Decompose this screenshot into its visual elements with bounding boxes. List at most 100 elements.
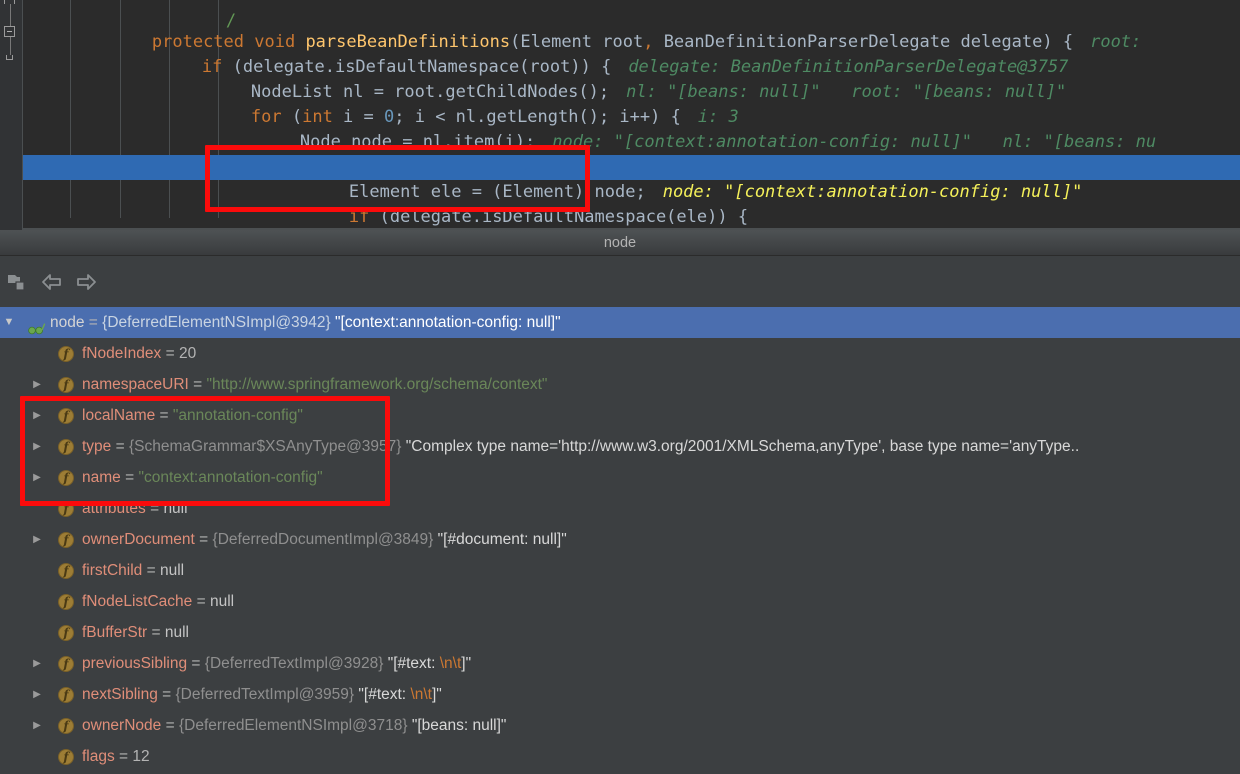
tree-row-equals: = (161, 717, 179, 734)
tree-row-equals: = (192, 593, 210, 610)
code-line: if (delegate.isDefaultNamespace(root)) {… (120, 30, 1069, 77)
field-icon: f (58, 687, 74, 703)
tree-row-value: null (209, 593, 235, 610)
chevron-right-icon[interactable]: ▶ (30, 369, 44, 400)
tree-row-value: 20 (178, 345, 197, 362)
debugger-toolbar[interactable] (0, 257, 1240, 307)
tree-row-value: null (164, 624, 189, 641)
tree-row-equals: = (157, 686, 176, 703)
field-icon: f (58, 470, 74, 486)
tree-row-ownerNode[interactable]: ▶ f ownerNode = {DeferredElementNSImpl@3… (0, 710, 1240, 741)
tree-row-value: "context:annotation-config" (138, 469, 323, 486)
tree-row-value: "[beans: null]" (411, 717, 507, 734)
tree-row-equals: = (142, 562, 160, 579)
fold-region-end-icon (6, 55, 13, 60)
chevron-right-icon[interactable]: ▶ (30, 710, 44, 741)
tree-row-name: firstChild (82, 562, 143, 579)
tree-row-value: null (159, 562, 185, 579)
field-icon: f (58, 656, 74, 672)
debugger-screen: / protected void parseBeanDefinitions(El… (0, 0, 1240, 774)
tree-row-flags[interactable]: f flags = 12 (0, 741, 1240, 772)
tree-row-ref: {DeferredElementNSImpl@3718} (178, 717, 408, 734)
debugger-tab-bar[interactable]: node (0, 230, 1240, 256)
tree-row-name: node (50, 314, 85, 331)
code-line: if (node instanceof Element) { (218, 130, 607, 177)
field-icon: f (58, 625, 74, 641)
chevron-right-icon[interactable]: ▶ (30, 524, 44, 555)
field-icon: f (58, 501, 74, 517)
tree-row-namespaceURI[interactable]: ▶ f namespaceURI = "http://www.springfra… (0, 369, 1240, 400)
chevron-down-icon[interactable]: ▼ (2, 307, 16, 338)
tree-row-equals: = (114, 748, 133, 765)
code-line-current: Element ele = (Element) node; node: "[con… (22, 155, 1240, 202)
code-line: NodeList nl = root.getChildNodes(); nl: "… (169, 55, 1066, 102)
code-editor[interactable]: / protected void parseBeanDefinitions(El… (0, 0, 1240, 230)
field-icon: f (58, 718, 74, 734)
field-icon: f (58, 377, 74, 393)
tree-row-fNodeListCache[interactable]: f fNodeListCache = null (0, 586, 1240, 617)
tree-row-equals: = (120, 469, 139, 486)
tree-row-equals: = (161, 345, 179, 362)
tree-row-ref: {DeferredDocumentImpl@3849} (212, 531, 434, 548)
variables-tree[interactable]: ▼ node = {DeferredElementNSImpl@3942} "[… (0, 307, 1240, 774)
tree-row-node[interactable]: ▼ node = {DeferredElementNSImpl@3942} "[… (0, 307, 1240, 338)
tree-row-localName[interactable]: ▶ f localName = "annotation-config" (0, 400, 1240, 431)
tree-row-name: fBufferStr (82, 624, 148, 641)
tree-row-ref: {DeferredTextImpl@3928} (204, 655, 384, 672)
field-icon: f (58, 594, 74, 610)
tree-row-name: ownerNode (82, 717, 162, 734)
chevron-right-icon[interactable]: ▶ (30, 648, 44, 679)
tree-row-firstChild[interactable]: f firstChild = null (0, 555, 1240, 586)
tree-row-name-field[interactable]: ▶ f name = "context:annotation-config" (0, 462, 1240, 493)
tree-row-ownerDocument[interactable]: ▶ f ownerDocument = {DeferredDocumentImp… (0, 524, 1240, 555)
fold-guide-line-2 (10, 37, 11, 55)
inline-debug-hint: node: "[context:annotation-config: null]… (552, 132, 1157, 152)
tree-row-name: attributes (82, 500, 146, 517)
tree-row-ref: {DeferredElementNSImpl@3942} (102, 314, 331, 331)
frames-icon[interactable] (5, 270, 29, 294)
tree-row-equals: = (111, 438, 129, 455)
tab-node[interactable]: node (0, 230, 1240, 256)
tree-row-equals: = (194, 531, 213, 548)
code-token-keyword: if (348, 207, 380, 227)
tree-row-name: name (82, 469, 121, 486)
code-line: protected void parseBeanDefinitions(Elem… (70, 5, 1141, 52)
tree-row-value: "http://www.springframework.org/schema/c… (206, 376, 548, 393)
code-text-area[interactable]: / protected void parseBeanDefinitions(El… (22, 0, 1240, 230)
tree-row-value: null (163, 500, 188, 517)
tree-row-name: previousSibling (82, 655, 188, 672)
field-icon: f (58, 749, 74, 765)
tree-row-name: localName (82, 407, 156, 424)
tree-row-fNodeIndex[interactable]: f fNodeIndex = 20 (0, 338, 1240, 369)
arrow-right-icon[interactable] (74, 270, 98, 294)
tree-row-fBufferStr[interactable]: f fBufferStr = null (0, 617, 1240, 648)
tree-row-ref: {DeferredTextImpl@3959} (175, 686, 355, 703)
chevron-right-icon[interactable]: ▶ (30, 400, 44, 431)
code-token-expr: (delegate.isDefaultNamespace(ele)) { (379, 207, 749, 227)
tree-row-value: "[context:annotation-config: null]" (335, 314, 561, 331)
code-line: Node node = nl.item(i); node: "[context:a… (218, 105, 1156, 152)
arrow-left-icon[interactable] (40, 270, 64, 294)
chevron-right-icon[interactable]: ▶ (30, 679, 44, 710)
tree-row-escape: \n\t (439, 655, 462, 672)
tree-row-nextSibling[interactable]: ▶ f nextSibling = {DeferredTextImpl@3959… (0, 679, 1240, 710)
field-icon: f (58, 439, 74, 455)
field-icon: f (58, 563, 74, 579)
watch-glasses-icon (28, 316, 46, 335)
tree-row-value: "[#document: null]" (437, 531, 567, 548)
tree-row-name: fNodeListCache (82, 593, 193, 610)
fold-collapse-icon[interactable] (4, 26, 15, 37)
chevron-right-icon[interactable]: ▶ (30, 462, 44, 493)
tree-row-name: nextSibling (82, 686, 158, 703)
field-icon: f (58, 532, 74, 548)
editor-gutter[interactable] (0, 0, 23, 230)
tree-row-attributes[interactable]: f attributes = null (0, 493, 1240, 524)
tree-row-equals: = (188, 376, 207, 393)
tree-row-equals: = (145, 500, 164, 517)
tree-row-value: 12 (132, 748, 150, 765)
tree-row-type[interactable]: ▶ f type = {SchemaGrammar$XSAnyType@3957… (0, 431, 1240, 462)
field-icon: f (58, 408, 74, 424)
tree-row-value: "annotation-config" (172, 407, 303, 424)
tree-row-previousSibling[interactable]: ▶ f previousSibling = {DeferredTextImpl@… (0, 648, 1240, 679)
chevron-right-icon[interactable]: ▶ (30, 431, 44, 462)
